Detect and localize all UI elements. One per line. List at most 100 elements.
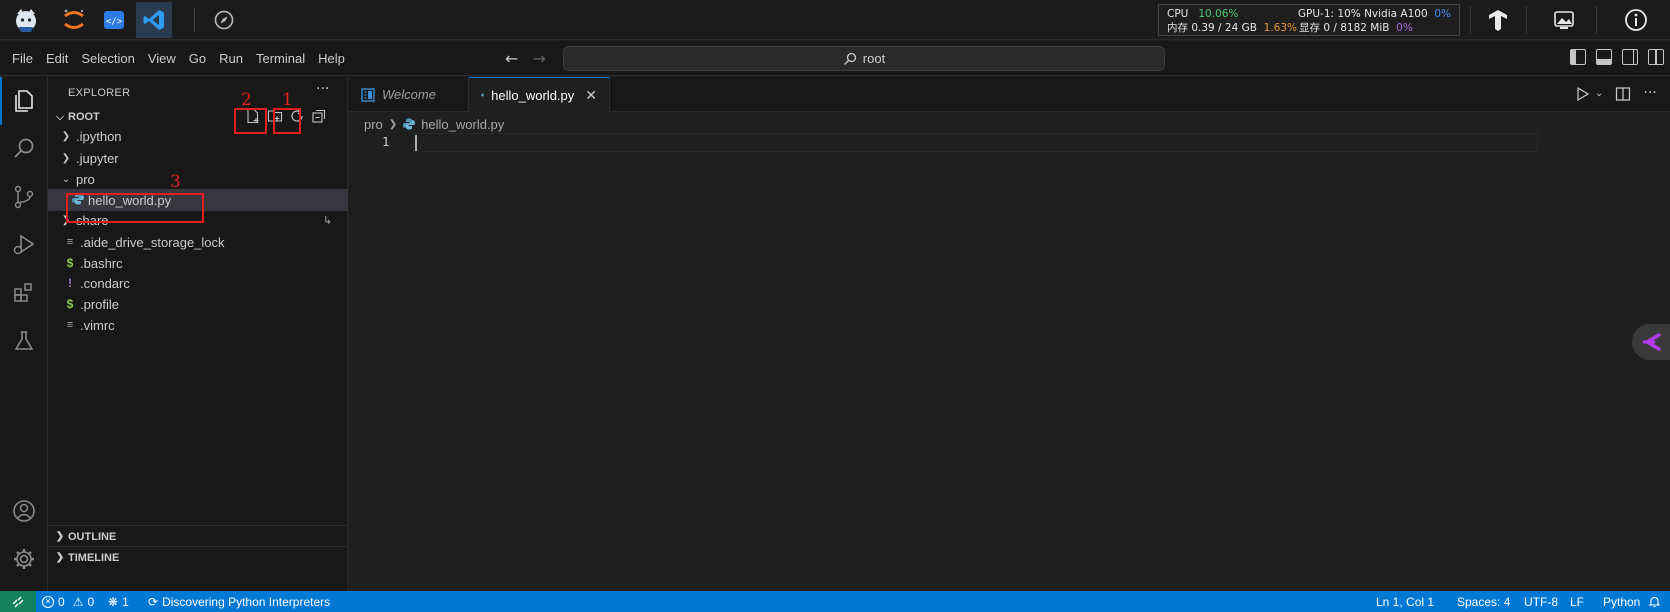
- menu-go[interactable]: Go: [183, 51, 213, 66]
- chevron-right-icon: ❯: [388, 118, 398, 130]
- menu-selection[interactable]: Selection: [75, 51, 141, 66]
- tree-item-label: .jupyter: [76, 150, 119, 166]
- search-icon: [14, 138, 34, 158]
- back-arrow-icon[interactable]: ←: [505, 49, 518, 68]
- editor-actions: ⌄ ···: [1575, 86, 1657, 102]
- vram-value: 0%: [1396, 22, 1413, 34]
- source-control-activity[interactable]: [0, 173, 48, 221]
- search-text: root: [862, 51, 886, 66]
- annotation-label-3: 3: [170, 172, 181, 192]
- tab-welcome[interactable]: Welcome: [349, 77, 469, 112]
- tree-item-label: .bashrc: [80, 255, 123, 271]
- cursor-position[interactable]: Ln 1, Col 1: [1376, 591, 1434, 612]
- search-icon: [843, 52, 856, 65]
- encoding-setting[interactable]: UTF-8: [1524, 591, 1558, 612]
- symlink-icon: ↳: [323, 214, 333, 227]
- cpu-value: 10.06%: [1198, 8, 1239, 20]
- run-debug-icon: [13, 234, 35, 255]
- warning-count: 0: [87, 594, 95, 609]
- chevron-right-icon: ❯: [61, 130, 71, 142]
- tensorflow-icon[interactable]: [1484, 6, 1512, 34]
- annotation-box-3: [66, 193, 204, 223]
- menu-view[interactable]: View: [142, 51, 183, 66]
- chevron-down-icon[interactable]: ⌄: [1595, 86, 1603, 102]
- topbar-separator: [1526, 6, 1527, 34]
- python-file-icon: [481, 93, 485, 97]
- customize-layout-icon[interactable]: [1648, 49, 1664, 65]
- outline-section[interactable]: ❯ OUTLINE: [48, 525, 348, 547]
- annotation-box-1: [273, 108, 301, 134]
- tree-item-label: .aide_drive_storage_lock: [80, 234, 225, 250]
- testing-activity[interactable]: [0, 317, 48, 365]
- python-interpreter-status[interactable]: ⟳ Discovering Python Interpreters: [148, 591, 330, 612]
- menu-run[interactable]: Run: [213, 51, 250, 66]
- jupyter-cat-logo[interactable]: [8, 2, 44, 38]
- remote-indicator[interactable]: [0, 591, 36, 612]
- sync-spin-icon: ⟳: [148, 594, 159, 609]
- tree-folder-jupyter[interactable]: ❯ .jupyter: [48, 147, 348, 169]
- python-file-icon: [403, 118, 416, 130]
- navigation-arrows: ← →: [505, 41, 546, 76]
- timeline-section[interactable]: ❯ TIMELINE: [48, 546, 348, 568]
- run-debug-activity[interactable]: [0, 221, 48, 269]
- menu-file[interactable]: File: [0, 51, 40, 66]
- notifications-bell-icon[interactable]: [1648, 591, 1661, 612]
- forward-arrow-icon[interactable]: →: [532, 49, 545, 68]
- tree-file-aide-lock[interactable]: ≡ .aide_drive_storage_lock: [48, 231, 348, 253]
- extensions-activity[interactable]: [0, 269, 48, 317]
- breadcrumb-file[interactable]: hello_world.py: [421, 117, 504, 132]
- toggle-primary-sidebar-icon[interactable]: [1570, 49, 1586, 65]
- tree-file-bashrc[interactable]: $ .bashrc: [48, 252, 348, 274]
- menu-edit[interactable]: Edit: [40, 51, 75, 66]
- collapse-all-icon: [312, 109, 326, 123]
- eol-setting[interactable]: LF: [1570, 591, 1584, 612]
- manage-activity[interactable]: [0, 535, 48, 583]
- tree-folder-ipython[interactable]: ❯ .ipython: [48, 125, 348, 147]
- tab-label: Welcome: [382, 87, 436, 102]
- topbar-separator: [1470, 6, 1471, 34]
- resource-monitor: CPU 10.06% GPU-1: 10% Nvidia A100 0% 内存 …: [1158, 4, 1460, 36]
- problems-indicator[interactable]: ✕ 0 ⚠ 0: [42, 591, 94, 612]
- svg-text:</>: </>: [106, 17, 123, 27]
- info-icon[interactable]: [1622, 6, 1650, 34]
- accounts-activity[interactable]: [0, 487, 48, 535]
- layout-controls: [1570, 49, 1664, 65]
- indentation-setting[interactable]: Spaces: 4: [1457, 591, 1510, 612]
- ports-indicator[interactable]: ❋ 1: [108, 591, 129, 612]
- compass-icon[interactable]: [206, 2, 242, 38]
- tree-item-label: .condarc: [80, 275, 130, 291]
- explorer-activity[interactable]: [0, 77, 48, 125]
- toggle-panel-icon[interactable]: [1596, 49, 1612, 65]
- image-monitor-icon[interactable]: [1550, 6, 1578, 34]
- jupyter-logo[interactable]: [56, 2, 92, 38]
- tree-file-condarc[interactable]: ! .condarc: [48, 272, 348, 294]
- remote-icon: [12, 596, 24, 607]
- breadcrumb-folder[interactable]: pro: [364, 117, 383, 132]
- run-python-icon[interactable]: [1575, 86, 1591, 102]
- tree-file-vimrc[interactable]: ≡ .vimrc: [48, 314, 348, 336]
- code-viewer-app[interactable]: </>: [96, 2, 132, 38]
- more-actions-icon[interactable]: ···: [316, 81, 329, 97]
- source-control-icon: [14, 185, 34, 209]
- language-mode[interactable]: Python: [1603, 591, 1640, 612]
- menu-terminal[interactable]: Terminal: [250, 51, 312, 66]
- split-editor-icon[interactable]: [1615, 86, 1631, 102]
- close-tab-icon[interactable]: ✕: [585, 87, 597, 104]
- chevron-down-icon: ⌵: [56, 111, 64, 123]
- assistant-icon: [1642, 333, 1661, 351]
- collapse-folders-button[interactable]: [310, 107, 328, 125]
- tab-hello-world[interactable]: hello_world.py ✕: [469, 77, 610, 112]
- menu-help[interactable]: Help: [312, 51, 352, 66]
- tree-folder-pro[interactable]: ⌄ pro: [48, 168, 348, 190]
- gpu-label: GPU-1: 10% Nvidia A100: [1297, 8, 1428, 20]
- search-activity[interactable]: [0, 125, 48, 173]
- current-line-highlight[interactable]: [413, 133, 1538, 152]
- command-center-search[interactable]: root: [563, 46, 1165, 71]
- toggle-secondary-sidebar-icon[interactable]: [1622, 49, 1638, 65]
- text-cursor: [415, 135, 417, 151]
- tree-file-profile[interactable]: $ .profile: [48, 293, 348, 315]
- vscode-app[interactable]: [136, 2, 172, 38]
- more-actions-icon[interactable]: ···: [1643, 86, 1656, 102]
- account-icon: [13, 500, 35, 522]
- assistant-float-button[interactable]: [1632, 324, 1670, 360]
